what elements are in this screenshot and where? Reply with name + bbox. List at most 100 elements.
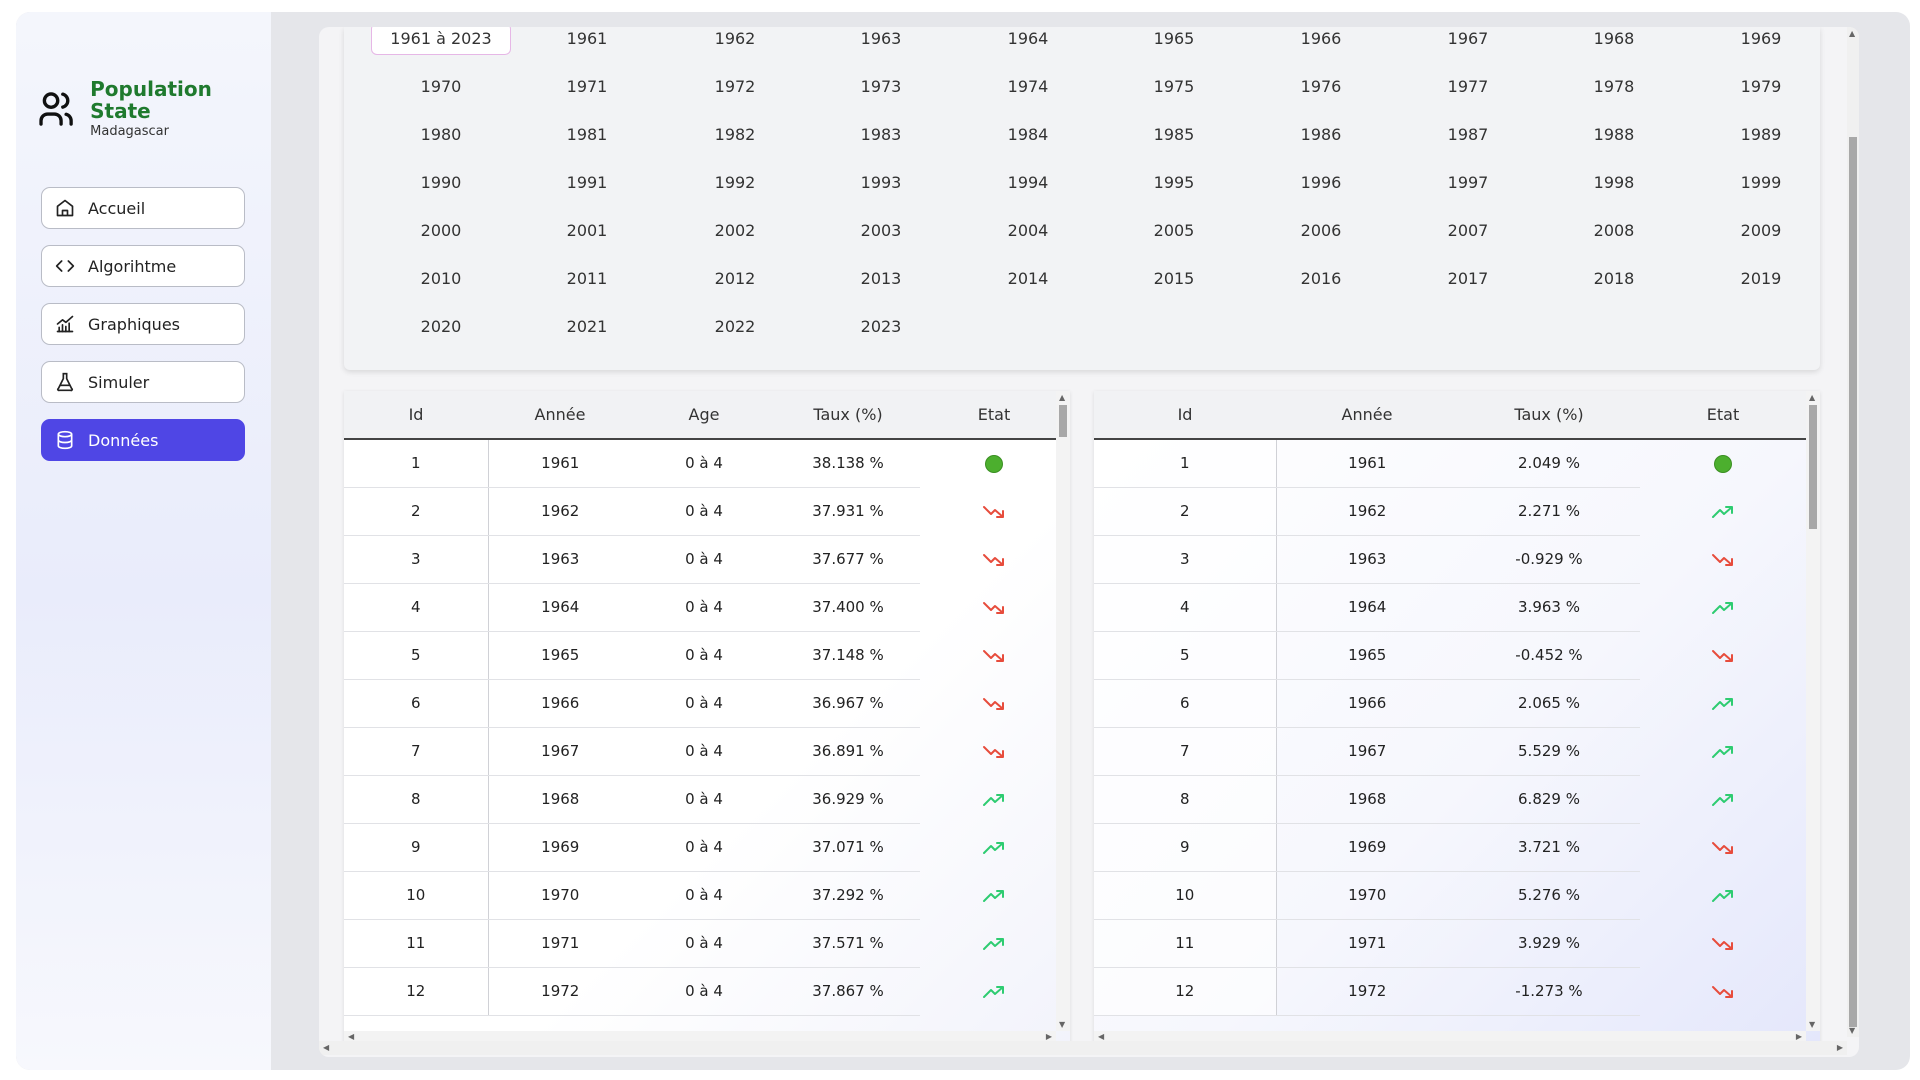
table-row[interactable]: 5 1965 -0.452 % xyxy=(1094,631,1806,680)
year-option[interactable]: 1968 xyxy=(1544,27,1684,55)
table-row[interactable]: 2 1962 2.271 % xyxy=(1094,487,1806,536)
year-option[interactable]: 1978 xyxy=(1544,71,1684,103)
year-option[interactable]: 2019 xyxy=(1691,263,1831,295)
scroll-right-icon[interactable]: ▶ xyxy=(1837,1043,1843,1052)
year-option[interactable]: 1979 xyxy=(1691,71,1831,103)
year-option[interactable]: 2015 xyxy=(1104,263,1244,295)
year-option[interactable]: 2016 xyxy=(1251,263,1391,295)
year-option[interactable]: 1976 xyxy=(1251,71,1391,103)
table-row[interactable]: 6 1966 2.065 % xyxy=(1094,679,1806,728)
table-row[interactable]: 4 1964 3.963 % xyxy=(1094,583,1806,632)
year-option[interactable]: 1989 xyxy=(1691,119,1831,151)
year-option[interactable]: 2022 xyxy=(665,311,805,343)
year-option[interactable]: 2009 xyxy=(1691,215,1831,247)
year-option[interactable]: 1996 xyxy=(1251,167,1391,199)
scroll-down-icon[interactable]: ▼ xyxy=(1809,1020,1815,1029)
table-row[interactable]: 11 1971 3.929 % xyxy=(1094,919,1806,968)
sidebar-item-algorithme[interactable]: Algorihtme xyxy=(41,245,245,287)
scroll-right-icon[interactable]: ▶ xyxy=(1046,1032,1052,1041)
year-option[interactable]: 1965 xyxy=(1104,27,1244,55)
year-option[interactable]: 2021 xyxy=(517,311,657,343)
table-row[interactable]: 8 1968 0 à 4 36.929 % xyxy=(344,775,1068,824)
scroll-up-icon[interactable]: ▲ xyxy=(1809,393,1815,402)
year-option[interactable]: 1985 xyxy=(1104,119,1244,151)
sidebar-item-donnees[interactable]: Données xyxy=(41,419,245,461)
year-option[interactable]: 1984 xyxy=(958,119,1098,151)
year-option[interactable]: 1962 xyxy=(665,27,805,55)
year-option[interactable]: 2018 xyxy=(1544,263,1684,295)
year-option[interactable]: 2020 xyxy=(371,311,511,343)
table-row[interactable]: 1 1961 2.049 % xyxy=(1094,439,1806,488)
year-option[interactable]: 1991 xyxy=(517,167,657,199)
year-option[interactable]: 1999 xyxy=(1691,167,1831,199)
year-option[interactable]: 2014 xyxy=(958,263,1098,295)
year-option[interactable]: 2012 xyxy=(665,263,805,295)
table-row[interactable]: 4 1964 0 à 4 37.400 % xyxy=(344,583,1068,632)
year-option[interactable]: 1971 xyxy=(517,71,657,103)
table-vertical-scrollbar[interactable]: ▲ ▼ xyxy=(1806,391,1820,1031)
table-row[interactable]: 1 1961 0 à 4 38.138 % xyxy=(344,439,1068,488)
column-header[interactable]: Année xyxy=(488,391,632,440)
year-option[interactable]: 1986 xyxy=(1251,119,1391,151)
year-option[interactable]: 2017 xyxy=(1398,263,1538,295)
scrollbar-thumb[interactable] xyxy=(1809,405,1817,529)
year-option[interactable]: 1995 xyxy=(1104,167,1244,199)
column-header[interactable]: Etat xyxy=(1640,391,1806,440)
year-option[interactable]: 1970 xyxy=(371,71,511,103)
year-option[interactable]: 1973 xyxy=(811,71,951,103)
table-row[interactable]: 5 1965 0 à 4 37.148 % xyxy=(344,631,1068,680)
year-option[interactable]: 2001 xyxy=(517,215,657,247)
year-option[interactable]: 1983 xyxy=(811,119,951,151)
table-row[interactable]: 7 1967 0 à 4 36.891 % xyxy=(344,727,1068,776)
table-row[interactable]: 6 1966 0 à 4 36.967 % xyxy=(344,679,1068,728)
year-option[interactable]: 1964 xyxy=(958,27,1098,55)
year-option[interactable]: 2007 xyxy=(1398,215,1538,247)
sidebar-item-graphiques[interactable]: Graphiques xyxy=(41,303,245,345)
column-header[interactable]: Age xyxy=(632,391,776,440)
year-option[interactable]: 1993 xyxy=(811,167,951,199)
year-option[interactable]: 2004 xyxy=(958,215,1098,247)
year-option[interactable]: 2003 xyxy=(811,215,951,247)
year-option-all[interactable]: 1961 à 2023 xyxy=(371,27,511,55)
year-option[interactable]: 1961 xyxy=(517,27,657,55)
year-option[interactable]: 1966 xyxy=(1251,27,1391,55)
year-option[interactable]: 1972 xyxy=(665,71,805,103)
year-option[interactable]: 2005 xyxy=(1104,215,1244,247)
year-option[interactable]: 1977 xyxy=(1398,71,1538,103)
year-option[interactable]: 2011 xyxy=(517,263,657,295)
sidebar-item-accueil[interactable]: Accueil xyxy=(41,187,245,229)
scroll-up-icon[interactable]: ▲ xyxy=(1849,29,1855,38)
column-header[interactable]: Taux (%) xyxy=(1458,391,1640,440)
year-option[interactable]: 1980 xyxy=(371,119,511,151)
year-option[interactable]: 2023 xyxy=(811,311,951,343)
scroll-down-icon[interactable]: ▼ xyxy=(1849,1026,1855,1035)
year-option[interactable]: 2000 xyxy=(371,215,511,247)
column-header[interactable]: Id xyxy=(344,391,488,440)
year-option[interactable]: 1963 xyxy=(811,27,951,55)
year-option[interactable]: 2008 xyxy=(1544,215,1684,247)
table-row[interactable]: 12 1972 -1.273 % xyxy=(1094,967,1806,1016)
table-row[interactable]: 3 1963 -0.929 % xyxy=(1094,535,1806,584)
year-option[interactable]: 1997 xyxy=(1398,167,1538,199)
table-row[interactable]: 3 1963 0 à 4 37.677 % xyxy=(344,535,1068,584)
table-row[interactable]: 12 1972 0 à 4 37.867 % xyxy=(344,967,1068,1016)
year-option[interactable]: 1987 xyxy=(1398,119,1538,151)
scroll-left-icon[interactable]: ◀ xyxy=(323,1043,329,1052)
page-vertical-scrollbar[interactable]: ▲ ▼ xyxy=(1847,27,1859,1037)
table-row[interactable]: 10 1970 0 à 4 37.292 % xyxy=(344,871,1068,920)
column-header[interactable]: Année xyxy=(1276,391,1458,440)
page-horizontal-scrollbar[interactable]: ◀ ▶ xyxy=(319,1041,1847,1055)
table-row[interactable]: 9 1969 0 à 4 37.071 % xyxy=(344,823,1068,872)
column-header[interactable]: Etat xyxy=(920,391,1068,440)
year-option[interactable]: 2010 xyxy=(371,263,511,295)
scroll-right-icon[interactable]: ▶ xyxy=(1796,1032,1802,1041)
year-option[interactable]: 1992 xyxy=(665,167,805,199)
table-row[interactable]: 2 1962 0 à 4 37.931 % xyxy=(344,487,1068,536)
scroll-down-icon[interactable]: ▼ xyxy=(1059,1020,1065,1029)
year-option[interactable]: 1975 xyxy=(1104,71,1244,103)
table-row[interactable]: 8 1968 6.829 % xyxy=(1094,775,1806,824)
scrollbar-thumb[interactable] xyxy=(1849,137,1857,1027)
scroll-up-icon[interactable]: ▲ xyxy=(1059,393,1065,402)
year-option[interactable]: 1998 xyxy=(1544,167,1684,199)
year-option[interactable]: 1994 xyxy=(958,167,1098,199)
